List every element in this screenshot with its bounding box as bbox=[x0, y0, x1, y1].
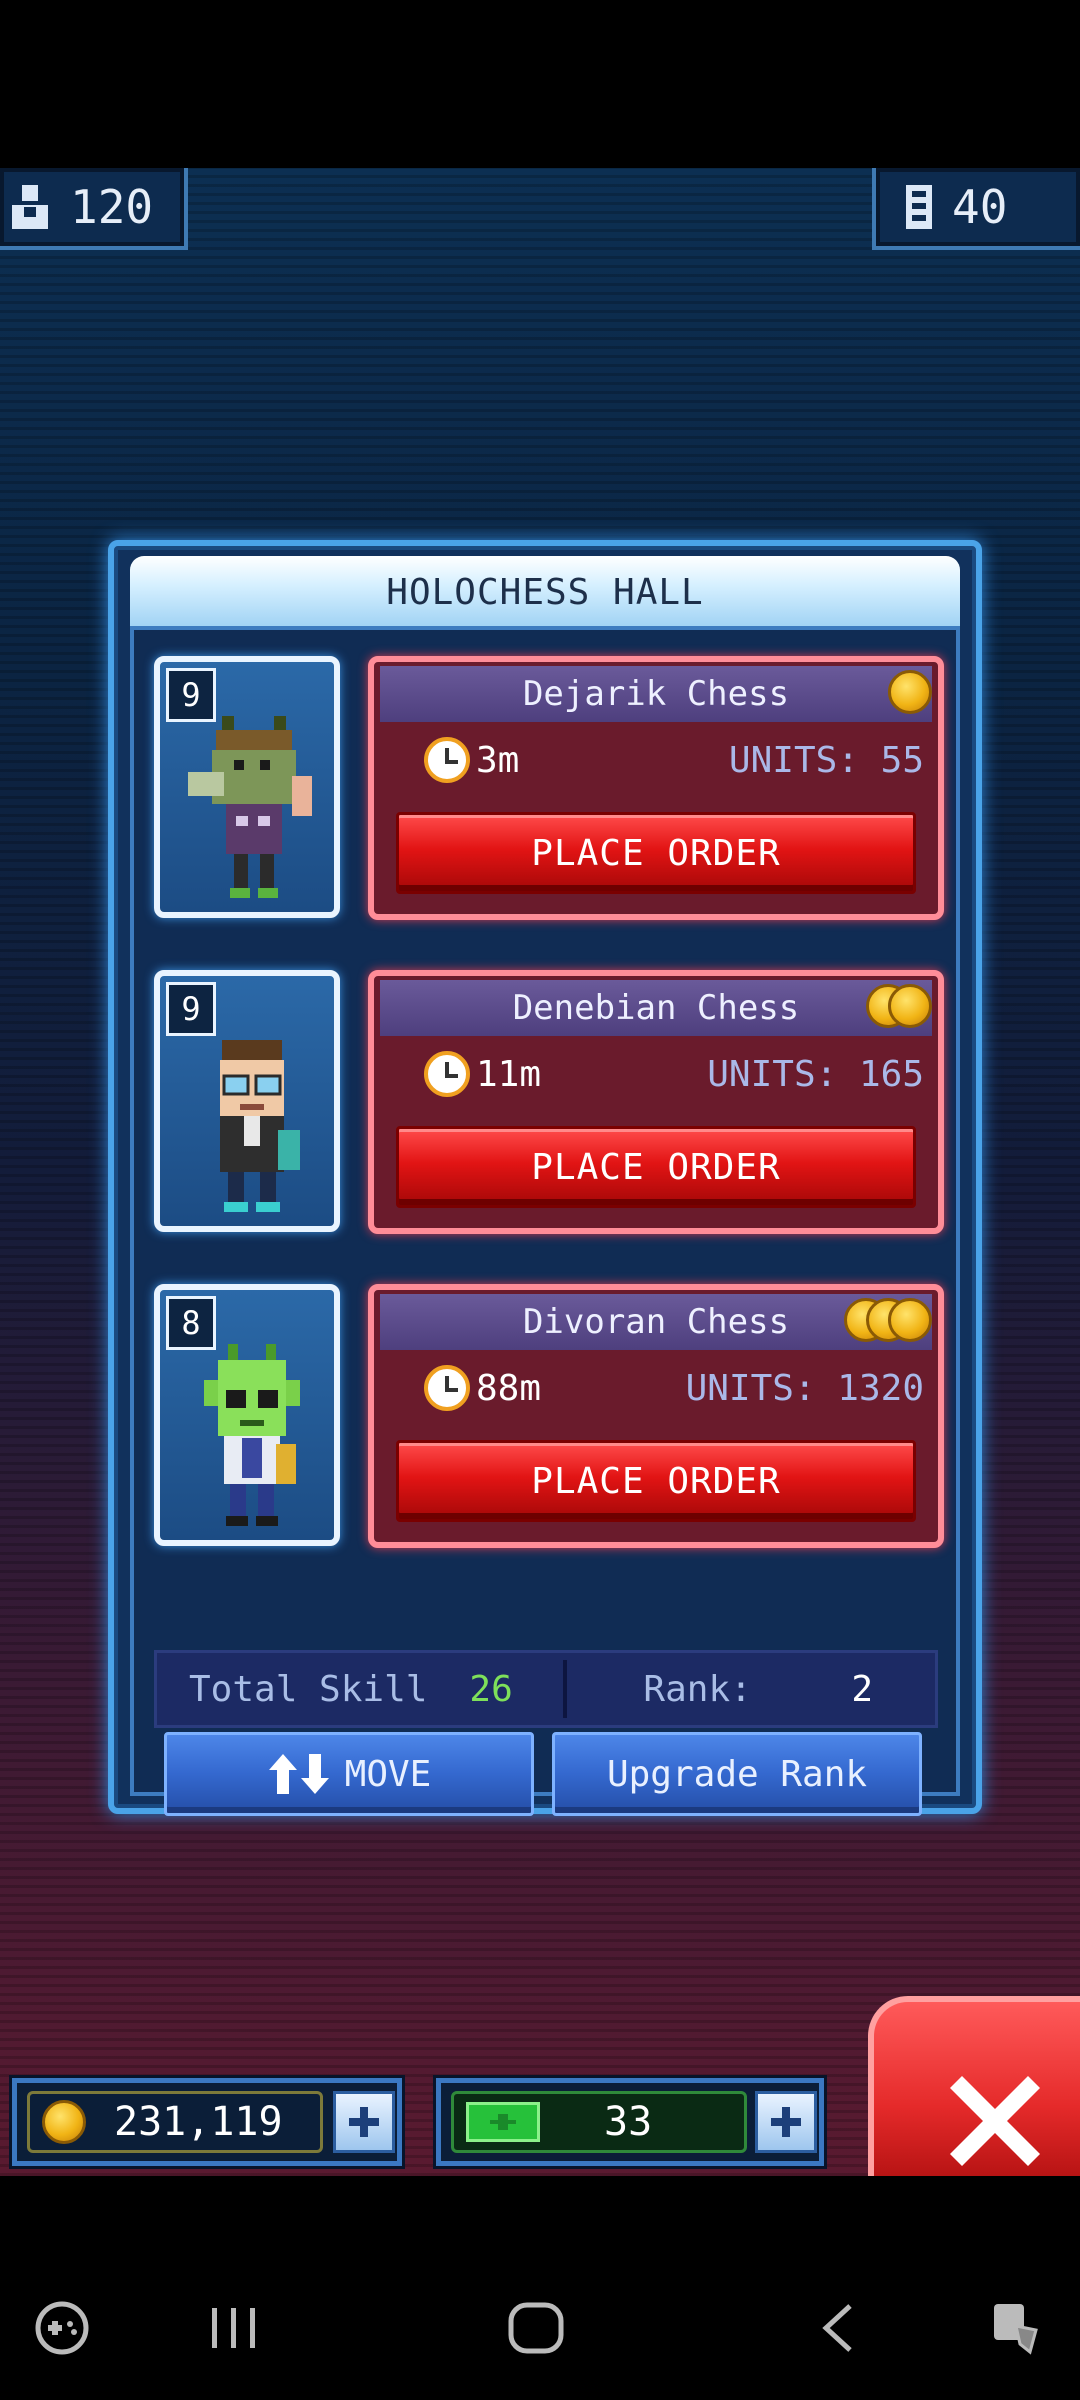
rank-value: 2 bbox=[851, 1668, 873, 1710]
close-icon bbox=[950, 2076, 1040, 2166]
coins-value: 231,119 bbox=[114, 2099, 283, 2145]
accessibility-icon[interactable] bbox=[990, 2300, 1046, 2356]
floors-value: 40 bbox=[952, 180, 1008, 234]
order-name: Dejarik Chess bbox=[380, 666, 932, 722]
worker-portrait[interactable]: 8 bbox=[154, 1284, 340, 1546]
worker-portrait[interactable]: 9 bbox=[154, 970, 340, 1232]
add-bux-button[interactable] bbox=[755, 2091, 817, 2153]
coin-icon bbox=[42, 2100, 86, 2144]
alien-character-icon bbox=[188, 716, 312, 898]
game-tools-icon[interactable] bbox=[34, 2300, 90, 2356]
clock-icon bbox=[424, 1051, 470, 1097]
order-units: UNITS: 1320 bbox=[685, 1367, 924, 1409]
add-coins-button[interactable] bbox=[333, 2091, 395, 2153]
coin-tier bbox=[844, 1298, 932, 1346]
bux-icon bbox=[466, 2102, 540, 2142]
order-row: 9 Dejarik Chess 3m UNITS: 55 PLACE ORDER bbox=[154, 656, 944, 926]
order-row: 9 Denebian Chess 11m UNITS: 165 PLACE OR… bbox=[154, 970, 944, 1240]
coins-counter: 231,119 bbox=[12, 2078, 402, 2166]
order-meta: 3m UNITS: 55 bbox=[424, 732, 924, 788]
floors-icon bbox=[906, 185, 932, 229]
total-skill-label: Total Skill bbox=[189, 1668, 428, 1710]
move-button[interactable]: MOVE bbox=[164, 1732, 534, 1816]
coin-tier bbox=[866, 984, 932, 1032]
coins-display: 231,119 bbox=[27, 2091, 323, 2153]
clock-icon bbox=[424, 1365, 470, 1411]
plus-icon bbox=[349, 2107, 379, 2137]
home-icon[interactable] bbox=[506, 2300, 566, 2356]
floors-stat[interactable]: 40 bbox=[872, 168, 1080, 250]
green-alien-character-icon bbox=[204, 1344, 300, 1526]
order-name: Denebian Chess bbox=[380, 980, 932, 1036]
bux-counter: 33 bbox=[436, 2078, 824, 2166]
divider bbox=[563, 1660, 568, 1718]
recent-apps-icon[interactable] bbox=[206, 2300, 262, 2356]
panel-content: 9 Dejarik Chess 3m UNITS: 55 PLACE ORDER… bbox=[130, 626, 960, 1816]
clock-icon bbox=[424, 737, 470, 783]
plus-icon bbox=[771, 2107, 801, 2137]
order-meta: 11m UNITS: 165 bbox=[424, 1046, 924, 1102]
coin-icon bbox=[888, 1298, 932, 1342]
order-card: Denebian Chess 11m UNITS: 165 PLACE ORDE… bbox=[368, 970, 944, 1234]
panel-title: HOLOCHESS HALL bbox=[130, 556, 960, 628]
order-card: Divoran Chess 88m UNITS: 1320 PLACE ORDE… bbox=[368, 1284, 944, 1548]
rank-label: Rank: bbox=[643, 1668, 752, 1710]
holochess-hall-panel: HOLOCHESS HALL 9 Dejarik Chess 3m UNITS:… bbox=[108, 540, 982, 1816]
human-character-icon bbox=[220, 1040, 300, 1212]
back-icon[interactable] bbox=[814, 2300, 862, 2356]
population-stat[interactable]: 120 bbox=[0, 168, 188, 250]
coin-icon bbox=[888, 670, 932, 714]
coin-tier bbox=[888, 670, 932, 718]
place-order-button[interactable]: PLACE ORDER bbox=[396, 1126, 916, 1208]
hall-stats-bar: Total Skill 26 Rank: 2 bbox=[154, 1650, 938, 1728]
system-nav-bar bbox=[0, 2176, 1080, 2400]
order-meta: 88m UNITS: 1320 bbox=[424, 1360, 924, 1416]
order-time: 88m bbox=[476, 1367, 542, 1409]
order-card: Dejarik Chess 3m UNITS: 55 PLACE ORDER bbox=[368, 656, 944, 920]
place-order-button[interactable]: PLACE ORDER bbox=[396, 1440, 916, 1522]
total-skill-value: 26 bbox=[469, 1668, 513, 1710]
coin-icon bbox=[888, 984, 932, 1028]
close-button[interactable] bbox=[868, 1996, 1080, 2176]
order-time: 11m bbox=[476, 1053, 542, 1095]
place-order-button[interactable]: PLACE ORDER bbox=[396, 812, 916, 894]
person-icon bbox=[12, 185, 48, 229]
bux-display: 33 bbox=[451, 2091, 747, 2153]
worker-portrait[interactable]: 9 bbox=[154, 656, 340, 918]
move-arrows-icon bbox=[268, 1754, 329, 1794]
order-row: 8 Divoran Chess 88m UNITS: 1320 PLACE OR… bbox=[154, 1284, 944, 1554]
order-time: 3m bbox=[476, 739, 520, 781]
move-label: MOVE bbox=[344, 1753, 432, 1795]
upgrade-rank-button[interactable]: Upgrade Rank bbox=[552, 1732, 922, 1816]
order-units: UNITS: 55 bbox=[728, 739, 924, 781]
population-value: 120 bbox=[70, 180, 154, 234]
bux-value: 33 bbox=[604, 2099, 653, 2145]
order-units: UNITS: 165 bbox=[707, 1053, 924, 1095]
